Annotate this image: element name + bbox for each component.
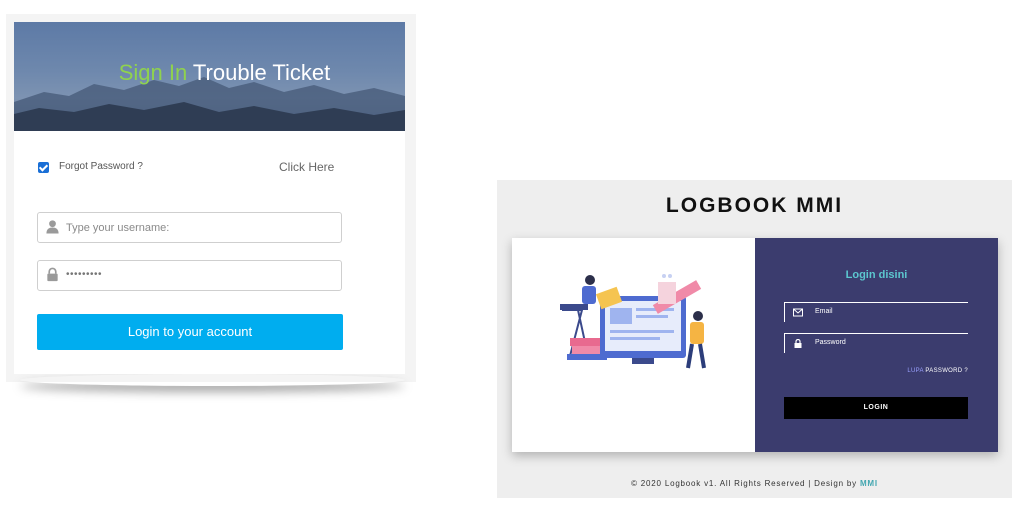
logbook-panel: LOGBOOK MMI Login disini Email Password … [497, 180, 1012, 498]
forgot-rest: PASSWORD ? [923, 368, 968, 374]
trouble-ticket-card: Sign In Trouble Ticket Forgot Password ?… [14, 22, 405, 374]
title-main: Trouble Ticket [192, 60, 331, 85]
form-title: Login disini [845, 269, 908, 281]
trouble-ticket-panel: Sign In Trouble Ticket Forgot Password ?… [6, 14, 416, 382]
lupa-password-link[interactable]: LUPA PASSWORD ? [907, 368, 968, 374]
title-accent: Sign In [118, 60, 188, 85]
password-placeholder: Password [815, 339, 846, 346]
forgot-prefix: LUPA [907, 368, 924, 374]
envelope-icon [793, 308, 803, 317]
login-account-button[interactable]: Login to your account [37, 314, 343, 350]
user-icon [46, 220, 59, 234]
click-here-link[interactable]: Click Here [279, 160, 334, 174]
mountain-banner: Sign In Trouble Ticket [14, 22, 405, 131]
forgot-password-label: Forgot Password ? [59, 161, 143, 172]
password-field[interactable]: ••••••••• [37, 260, 342, 291]
login-form-pane: Login disini Email Password LUPA PASSWOR… [755, 238, 998, 452]
card-shadow [20, 374, 405, 386]
password-value: ••••••••• [66, 269, 103, 280]
forgot-checkbox[interactable] [38, 162, 49, 173]
logbook-title: LOGBOOK MMI [665, 194, 844, 217]
password-field-logbook[interactable]: Password [784, 333, 968, 353]
forgot-row: Forgot Password ? Click Here [38, 160, 358, 176]
email-field[interactable]: Email [784, 302, 968, 322]
username-placeholder: Type your username: [66, 222, 170, 234]
footer-text: © 2020 Logbook v1. All Rights Reserved |… [631, 479, 860, 488]
login-button[interactable]: LOGIN [784, 397, 968, 419]
illustration-pane [512, 238, 755, 452]
username-field[interactable]: Type your username: [37, 212, 342, 243]
lock-icon [794, 339, 802, 348]
footer-brand-link[interactable]: MMI [860, 479, 878, 488]
workspace-illustration [560, 274, 706, 369]
footer: © 2020 Logbook v1. All Rights Reserved |… [497, 479, 1012, 488]
email-placeholder: Email [815, 308, 833, 315]
banner-title: Sign In Trouble Ticket [14, 60, 405, 86]
lock-icon [47, 267, 58, 282]
